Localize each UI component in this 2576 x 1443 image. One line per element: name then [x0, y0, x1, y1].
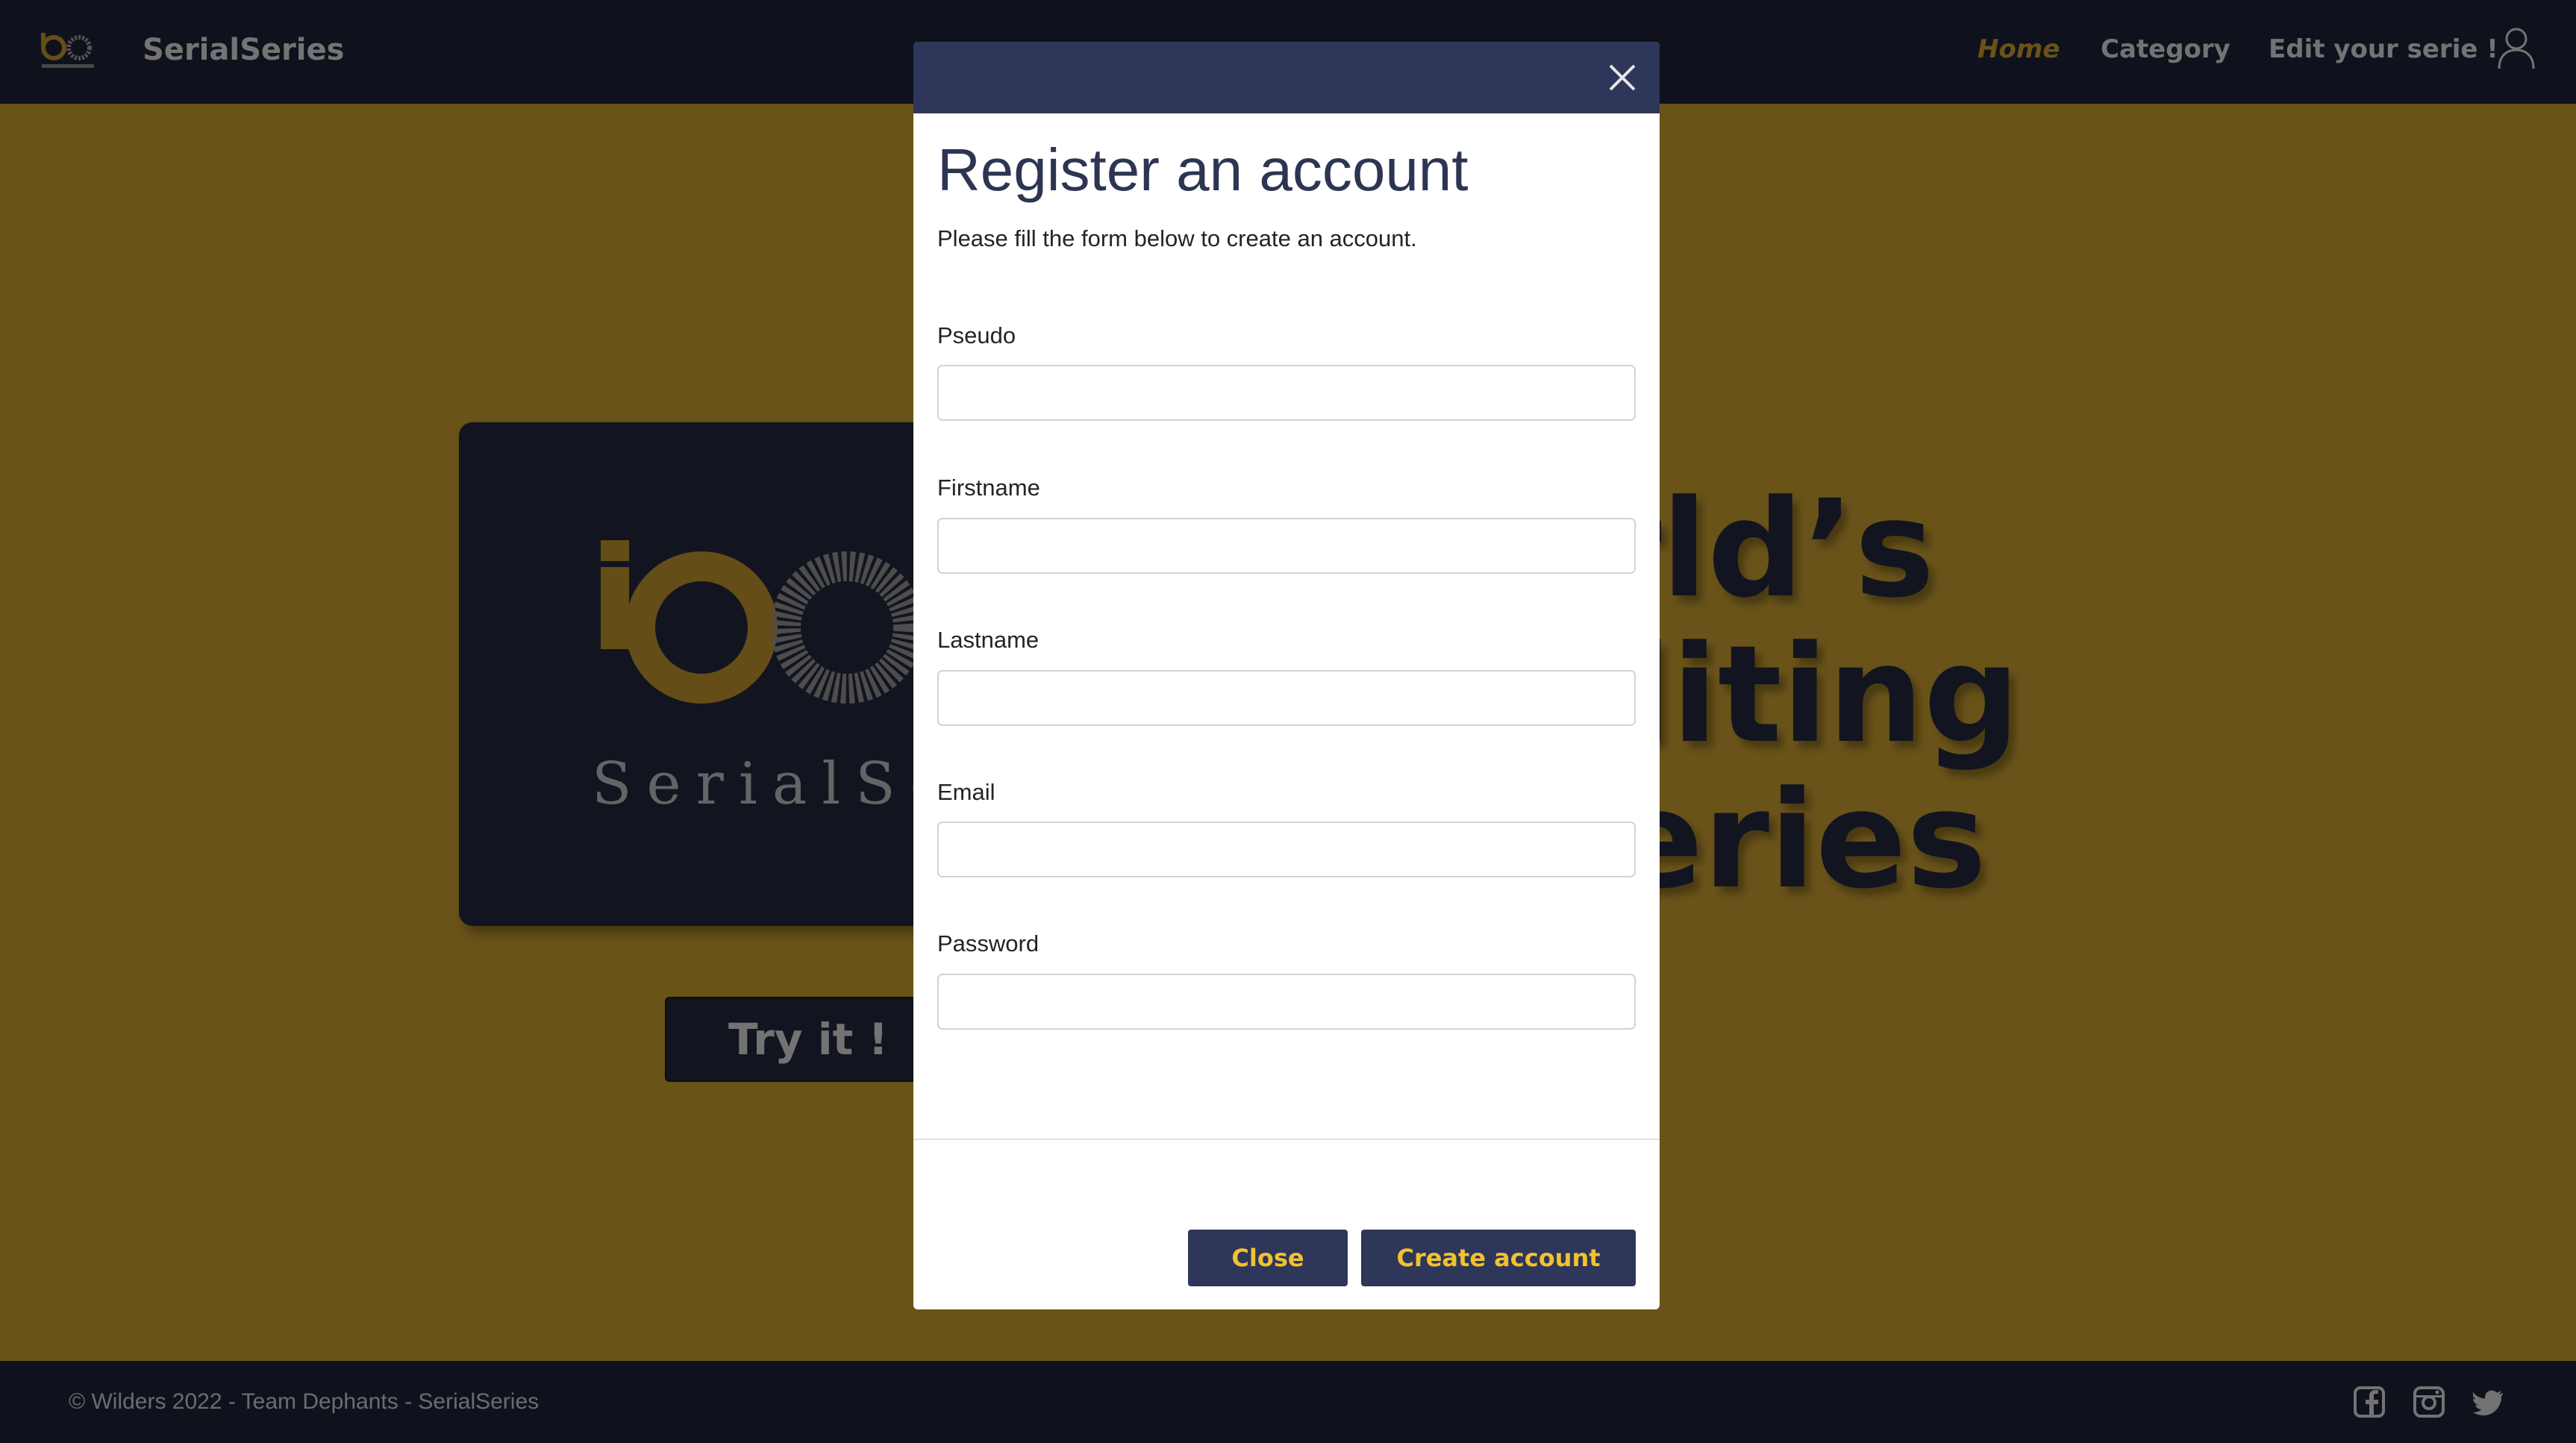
modal-subtitle: Please fill the form below to create an … [937, 225, 1417, 251]
modal-footer-divider [913, 1139, 1660, 1140]
firstname-input[interactable] [937, 518, 1636, 574]
lastname-label: Lastname [937, 627, 1040, 653]
firstname-label: Firstname [937, 475, 1040, 501]
close-button[interactable]: Close [1188, 1230, 1348, 1286]
pseudo-label: Pseudo [937, 322, 1016, 348]
lastname-input[interactable] [937, 670, 1636, 726]
modal-header [913, 42, 1660, 113]
email-label: Email [937, 779, 995, 805]
close-icon[interactable] [1607, 63, 1637, 93]
create-account-button[interactable]: Create account [1361, 1230, 1636, 1286]
password-label: Password [937, 930, 1040, 957]
pseudo-input[interactable] [937, 365, 1636, 421]
register-modal: Register an account Please fill the form… [913, 42, 1660, 1309]
email-input[interactable] [937, 821, 1636, 877]
modal-title: Register an account [937, 137, 1469, 203]
password-input[interactable] [937, 974, 1636, 1030]
